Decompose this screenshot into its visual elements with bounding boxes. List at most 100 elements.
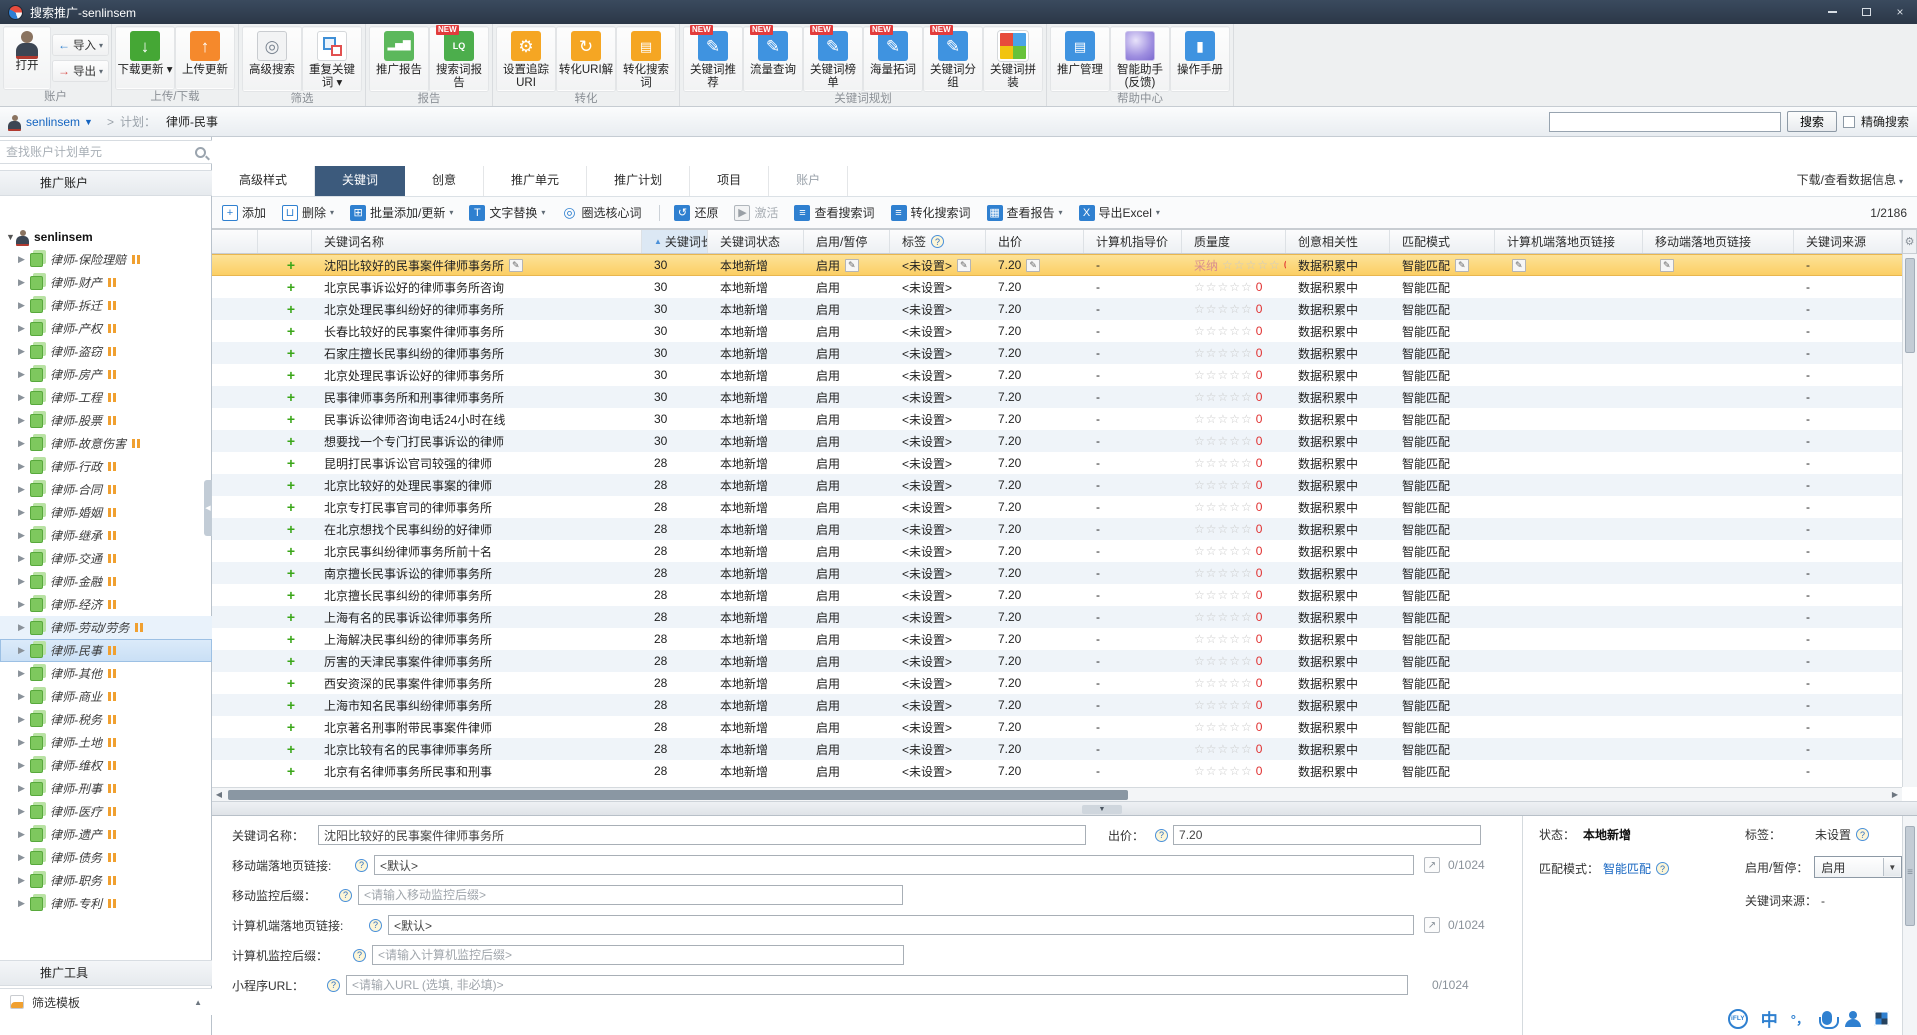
add-keyword-icon[interactable]: + bbox=[287, 653, 295, 669]
ribbon-button-kw[interactable]: ✎ NEW 关键词推荐 bbox=[684, 25, 743, 91]
column-header[interactable]: 计算机端落地页链接 bbox=[1495, 230, 1643, 253]
mic-icon[interactable] bbox=[1819, 1010, 1839, 1029]
table-row[interactable]: + 上海解决民事纠纷的律师事务所 28 本地新增 启用 <未设置> 7.20 - ☆☆☆☆☆ 0 数… bbox=[212, 628, 1902, 650]
table-horizontal-scrollbar[interactable]: ◀ ▶ bbox=[212, 787, 1902, 801]
add-keyword-icon[interactable]: + bbox=[287, 389, 295, 405]
scrollbar-thumb[interactable] bbox=[228, 789, 1128, 800]
sidebar-item-plan[interactable]: ▶ 律师-民事 bbox=[0, 639, 212, 662]
column-header[interactable] bbox=[212, 230, 258, 253]
edit-icon[interactable]: ✎ bbox=[1455, 258, 1469, 272]
scrollbar-thumb[interactable] bbox=[1905, 258, 1915, 353]
table-row[interactable]: + 石家庄擅长民事纠纷的律师事务所 30 本地新增 启用 <未设置> 7.20 - ☆☆☆☆☆ 0… bbox=[212, 342, 1902, 364]
collapse-up-icon[interactable]: ▲ bbox=[194, 998, 202, 1007]
help-icon[interactable]: ? bbox=[369, 918, 382, 932]
help-icon[interactable]: ? bbox=[1155, 828, 1169, 842]
search-icon[interactable] bbox=[195, 146, 206, 158]
column-header[interactable]: ▲关键词长度 bbox=[642, 230, 708, 253]
sidebar-item-plan[interactable]: ▶ 律师-专利 bbox=[0, 892, 212, 915]
sidebar-item-plan[interactable]: ▶ 律师-盗窃 bbox=[0, 340, 212, 363]
toolbar-convert-search-terms-button[interactable]: ≡ 转化搜索词 bbox=[890, 204, 971, 221]
ribbon-button-download[interactable]: ↓ 下载更新 ▾ bbox=[116, 27, 175, 89]
sidebar-item-plan[interactable]: ▶ 律师-交通 bbox=[0, 547, 212, 570]
ribbon-button-convertdoc[interactable]: ▤ 转化搜索词 bbox=[617, 27, 676, 91]
table-row[interactable]: + 北京民事诉讼好的律师事务所咨询 30 本地新增 启用 <未设置> 7.20 - ☆☆☆☆☆ 0… bbox=[212, 276, 1902, 298]
sidebar-section-account[interactable]: 推广账户 bbox=[0, 170, 212, 196]
table-row[interactable]: + 西安资深的民事案件律师事务所 28 本地新增 启用 <未设置> 7.20 - ☆☆☆☆☆ 0 数… bbox=[212, 672, 1902, 694]
edit-icon[interactable]: ✎ bbox=[957, 258, 971, 272]
table-row[interactable]: + 厉害的天津民事案件律师事务所 28 本地新增 启用 <未设置> 7.20 - ☆☆☆☆☆ 0 数… bbox=[212, 650, 1902, 672]
miniapp-url-field[interactable] bbox=[346, 975, 1408, 995]
scroll-left-icon[interactable]: ◀ bbox=[212, 790, 226, 799]
sidebar-item-plan[interactable]: ▶ 律师-工程 bbox=[0, 386, 212, 409]
table-row[interactable]: + 北京有名律师事务所民事和刑事 28 本地新增 启用 <未设置> 7.20 - ☆☆☆☆☆ 0 数… bbox=[212, 760, 1902, 782]
global-search-input[interactable] bbox=[1548, 111, 1781, 132]
table-row[interactable]: + 长春比较好的民事案件律师事务所 30 本地新增 启用 <未设置> 7.20 - ☆☆☆☆☆ 0… bbox=[212, 320, 1902, 342]
table-row[interactable]: + 北京处理民事诉讼好的律师事务所 30 本地新增 启用 <未设置> 7.20 - ☆☆☆☆☆ 0… bbox=[212, 364, 1902, 386]
open-account-button[interactable]: 打开 bbox=[4, 27, 50, 89]
user-icon[interactable] bbox=[1845, 1010, 1861, 1027]
sidebar-item-plan[interactable]: ▶ 律师-股票 bbox=[0, 409, 212, 432]
scroll-right-icon[interactable]: ▶ bbox=[1888, 790, 1902, 799]
edit-icon[interactable]: ✎ bbox=[1026, 258, 1040, 272]
table-row[interactable]: + 北京擅长民事纠纷的律师事务所 28 本地新增 启用 <未设置> 7.20 - ☆☆☆☆☆ 0 数… bbox=[212, 584, 1902, 606]
ribbon-button-kw[interactable]: ✎ NEW 海量拓词 bbox=[864, 25, 923, 91]
column-header[interactable]: 质量度 bbox=[1182, 230, 1286, 253]
sidebar-filter-template[interactable]: 筛选模板 ▲ bbox=[0, 988, 212, 1015]
sidebar-item-plan[interactable]: ▶ 律师-继承 bbox=[0, 524, 212, 547]
toolbar-text-replace-button[interactable]: T 文字替换 ▾ bbox=[469, 204, 545, 221]
panel-splitter[interactable]: ▼ bbox=[212, 801, 1917, 816]
sidebar-item-plan[interactable]: ▶ 律师-遗产 bbox=[0, 823, 212, 846]
sidebar-item-plan[interactable]: ▶ 律师-税务 bbox=[0, 708, 212, 731]
ribbon-button-duplicate[interactable]: 重复关键词 ▾ bbox=[303, 27, 362, 91]
pc-link-field[interactable] bbox=[388, 915, 1414, 935]
help-icon[interactable]: ? bbox=[339, 888, 352, 902]
tab-高级样式[interactable]: 高级样式 bbox=[212, 166, 316, 196]
add-keyword-icon[interactable]: + bbox=[287, 411, 295, 427]
column-header[interactable]: 关键词名称 bbox=[312, 230, 642, 253]
sidebar-section-tools[interactable]: 推广工具 bbox=[0, 960, 212, 986]
table-row[interactable]: + 北京比较有名的民事律师事务所 28 本地新增 启用 <未设置> 7.20 - ☆☆☆☆☆ 0 数… bbox=[212, 738, 1902, 760]
sidebar-item-plan[interactable]: ▶ 律师-职务 bbox=[0, 869, 212, 892]
sidebar-item-plan[interactable]: ▶ 律师-房产 bbox=[0, 363, 212, 386]
add-keyword-icon[interactable]: + bbox=[287, 697, 295, 713]
toolbar-export-excel-button[interactable]: X 导出Excel ▾ bbox=[1078, 204, 1160, 221]
add-keyword-icon[interactable]: + bbox=[287, 609, 295, 625]
data-info-link[interactable]: 下载/查看数据信息 ▾ bbox=[1797, 166, 1903, 196]
export-button[interactable]: → 导出 ▾ bbox=[53, 61, 109, 81]
column-settings-gear-icon[interactable]: ⚙ bbox=[1902, 229, 1917, 254]
sidebar-item-plan[interactable]: ▶ 律师-金融 bbox=[0, 570, 212, 593]
tab-项目[interactable]: 项目 bbox=[690, 166, 770, 196]
collapse-panel-button[interactable]: ▼ bbox=[1082, 805, 1122, 814]
breadcrumb-account[interactable]: senlinsem bbox=[26, 115, 80, 129]
column-header[interactable]: 创意相关性 bbox=[1286, 230, 1390, 253]
open-link-icon[interactable]: ↗ bbox=[1424, 917, 1440, 933]
add-keyword-icon[interactable]: + bbox=[287, 565, 295, 581]
table-row[interactable]: + 上海市知名民事纠纷律师事务所 28 本地新增 启用 <未设置> 7.20 - ☆☆☆☆☆ 0 数… bbox=[212, 694, 1902, 716]
grid-icon[interactable] bbox=[1874, 1011, 1889, 1026]
help-icon[interactable]: ? bbox=[353, 948, 366, 962]
ribbon-button-manual[interactable]: ▮ 操作手册 bbox=[1171, 27, 1230, 91]
sidebar-item-plan[interactable]: ▶ 律师-商业 bbox=[0, 685, 212, 708]
table-row[interactable]: + 北京专打民事官司的律师事务所 28 本地新增 启用 <未设置> 7.20 - ☆☆☆☆☆ 0 数… bbox=[212, 496, 1902, 518]
sidebar-item-plan[interactable]: ▶ 律师-土地 bbox=[0, 731, 212, 754]
add-keyword-icon[interactable]: + bbox=[287, 257, 295, 273]
sidebar-search-input[interactable] bbox=[6, 145, 191, 159]
tab-推广单元[interactable]: 推广单元 bbox=[484, 166, 588, 196]
match-mode-value[interactable]: 智能匹配 bbox=[1603, 860, 1651, 877]
punctuation-icon[interactable]: °， bbox=[1791, 1009, 1809, 1028]
sidebar-item-plan[interactable]: ▶ 律师-拆迁 bbox=[0, 294, 212, 317]
help-icon[interactable]: ? bbox=[1656, 862, 1670, 875]
sidebar-item-plan[interactable]: ▶ 律师-财产 bbox=[0, 271, 212, 294]
ribbon-button-assemble[interactable]: 关键词拼装 bbox=[984, 27, 1043, 91]
ribbon-button-assistant[interactable]: 智能助手(反馈) bbox=[1111, 27, 1170, 91]
chinese-mode-icon[interactable]: 中 bbox=[1761, 1006, 1778, 1031]
open-link-icon[interactable]: ↗ bbox=[1424, 857, 1440, 873]
ribbon-button-kw[interactable]: ✎ NEW 流量查询 bbox=[744, 25, 803, 91]
column-header[interactable]: 关键词来源 bbox=[1794, 230, 1902, 253]
keyword-name-field[interactable] bbox=[318, 825, 1086, 845]
add-keyword-icon[interactable]: + bbox=[287, 433, 295, 449]
ribbon-button-searchreport[interactable]: LQ NEW 搜索词报告 bbox=[430, 25, 489, 91]
sidebar-item-plan[interactable]: ▶ 律师-保险理赔 bbox=[0, 248, 212, 271]
add-keyword-icon[interactable]: + bbox=[287, 741, 295, 757]
sidebar-item-plan[interactable]: ▶ 律师-产权 bbox=[0, 317, 212, 340]
